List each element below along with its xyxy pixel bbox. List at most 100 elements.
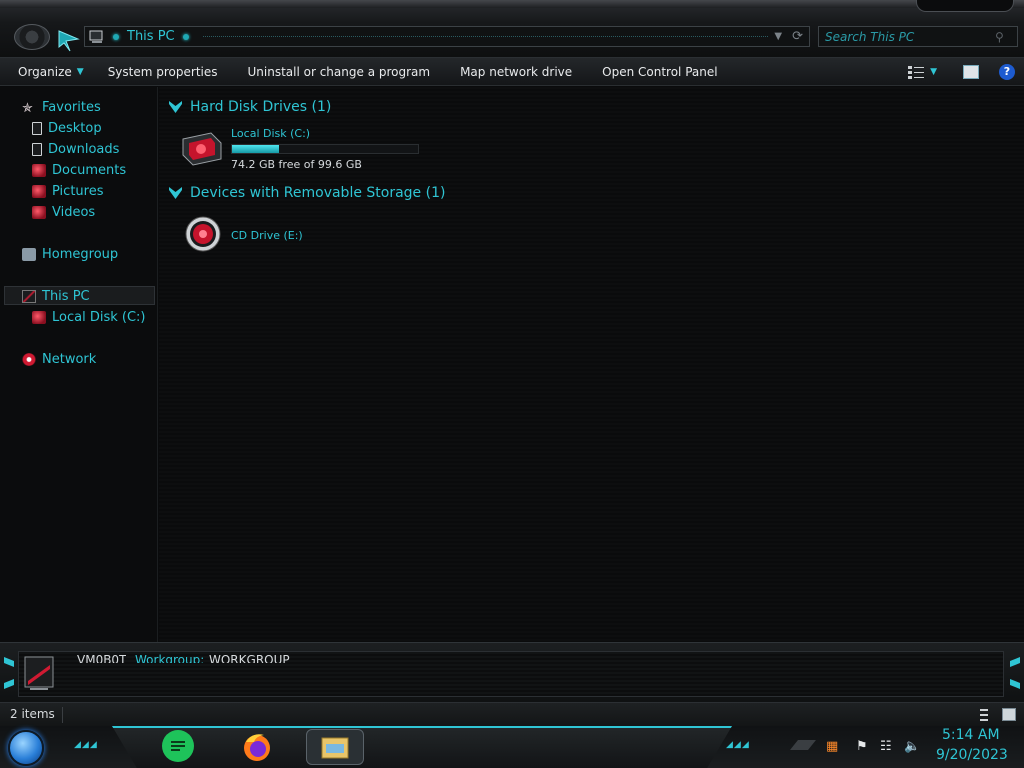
item-count: 2 items [10,707,55,721]
command-toolbar: Organize ▼ System properties Uninstall o… [0,58,1024,86]
breadcrumb-separator-icon[interactable] [182,33,189,40]
change-view-icon[interactable] [908,65,925,79]
nav-item-label: Desktop [48,120,102,136]
drive-free-space: 74.2 GB free of 99.6 GB [231,158,362,171]
chevron-down-icon[interactable]: ▼ [930,67,937,77]
chevron-down-icon [169,187,182,199]
volume-icon[interactable]: 🔈 [904,739,920,754]
nav-item-label: Homegroup [42,246,119,262]
flag-icon[interactable]: ⚑ [856,739,868,754]
nav-item-favorites[interactable]: ✯ Favorites [22,98,101,116]
hard-drive-icon [32,310,46,324]
preview-pane-icon[interactable] [963,64,979,79]
frame-ornament [1010,657,1020,689]
system-properties-button[interactable]: System properties [108,65,218,79]
nav-item-pictures[interactable]: Pictures [32,182,103,200]
network-icon [22,352,36,366]
address-divider [202,36,769,37]
nav-item-label: Downloads [48,141,120,157]
downloads-icon [32,142,42,156]
open-control-panel-button[interactable]: Open Control Panel [602,65,717,79]
forward-button[interactable] [56,27,82,53]
nav-item-label: Network [42,351,97,367]
network-tray-icon[interactable]: ☷ [880,739,892,754]
nav-item-videos[interactable]: Videos [32,203,95,221]
breadcrumb-this-pc[interactable]: This PC [127,29,175,44]
nav-item-homegroup[interactable]: Homegroup [22,245,118,263]
chevron-down-icon[interactable]: ▼ [774,31,782,42]
nav-item-this-pc[interactable]: This PC [22,287,90,305]
show-hidden-icons-icon[interactable] [790,740,816,750]
file-explorer-icon[interactable] [306,729,364,765]
nav-item-network[interactable]: Network [22,350,96,368]
group-header-label: Hard Disk Drives (1) [190,99,332,115]
clock-time[interactable]: 5:14 AM [942,727,1000,743]
workgroup-label: Workgroup: [135,653,205,663]
taskbar-ornament: ◢◢◢ [726,740,750,750]
taskbar-plate [112,726,732,768]
computer-icon [22,289,36,303]
status-bar: 2 items [0,702,1024,726]
breadcrumb-separator-icon [113,33,119,40]
details-view-icon[interactable] [980,709,988,721]
navigation-pane: ✯ Favorites Desktop Downloads Documents … [0,87,158,642]
chevron-down-icon: ▼ [76,66,84,77]
nav-item-label: Favorites [42,99,101,115]
taskbar-ornament: ◢◢◢ [74,740,98,750]
group-header-label: Devices with Removable Storage (1) [190,185,446,201]
clock-date[interactable]: 9/20/2023 [936,747,1008,763]
window-frame-top [0,0,1024,8]
cd-drive-icon [185,216,221,252]
nav-item-label: This PC [42,288,90,304]
computer-name: VM0B0T [77,653,127,663]
start-button[interactable] [8,730,44,766]
frame-ornament [4,657,14,689]
desktop-icon [32,121,42,135]
group-header-hard-disk-drives[interactable]: Hard Disk Drives (1) [169,99,331,115]
nav-item-label: Documents [52,162,127,178]
hard-drive-icon [182,132,222,166]
videos-icon [32,205,46,219]
content-area: Hard Disk Drives (1) Local Disk (C:) 74.… [159,87,1024,642]
app-tray-icon[interactable]: ▦ [826,739,838,754]
firefox-icon[interactable] [240,730,274,764]
star-icon: ✯ [22,100,33,116]
status-divider [62,707,63,723]
nav-item-documents[interactable]: Documents [32,161,126,179]
drive-usage-bar [231,144,419,154]
documents-icon [32,163,46,177]
nav-item-label: Pictures [52,183,104,199]
computer-icon [24,656,54,690]
drive-usage-fill [232,145,280,153]
search-icon[interactable]: ⚲ [995,30,1004,44]
taskbar: ◢◢◢ ◢◢◢ ▦ ⚑ ☷ 🔈 5:14 AM 9/20/2023 [0,726,1024,768]
tiles-view-icon[interactable] [1002,708,1016,721]
organize-label: Organize [18,64,72,79]
drive-cd-label[interactable]: CD Drive (E:) [231,229,303,242]
pictures-icon [32,184,46,198]
help-icon[interactable]: ? [999,63,1015,80]
address-bar[interactable]: This PC ▼ ⟳ [84,26,810,47]
group-header-removable-storage[interactable]: Devices with Removable Storage (1) [169,185,445,201]
search-box[interactable]: ⚲ [818,26,1018,47]
notes-app-icon[interactable] [162,730,194,762]
chevron-down-icon [169,101,182,113]
organize-button[interactable]: Organize ▼ [18,65,84,79]
nav-item-downloads[interactable]: Downloads [32,140,119,158]
back-button[interactable] [14,24,50,50]
drive-local-disk-label[interactable]: Local Disk (C:) [231,127,310,140]
homegroup-icon [22,247,36,261]
nav-item-local-disk[interactable]: Local Disk (C:) [32,308,145,326]
workgroup-value: WORKGROUP [209,653,290,663]
search-input[interactable] [825,29,995,44]
nav-item-desktop[interactable]: Desktop [32,119,102,137]
details-pane: VM0B0T Workgroup: WORKGROUP [0,642,1024,702]
computer-icon [89,30,103,43]
refresh-icon[interactable]: ⟳ [792,29,803,44]
nav-item-label: Local Disk (C:) [52,309,146,325]
title-bar: This PC ▼ ⟳ ⚲ [0,0,1024,58]
map-network-drive-button[interactable]: Map network drive [460,65,572,79]
nav-item-label: Videos [52,204,96,220]
uninstall-program-button[interactable]: Uninstall or change a program [248,65,431,79]
window-frame-notch [916,0,1014,12]
